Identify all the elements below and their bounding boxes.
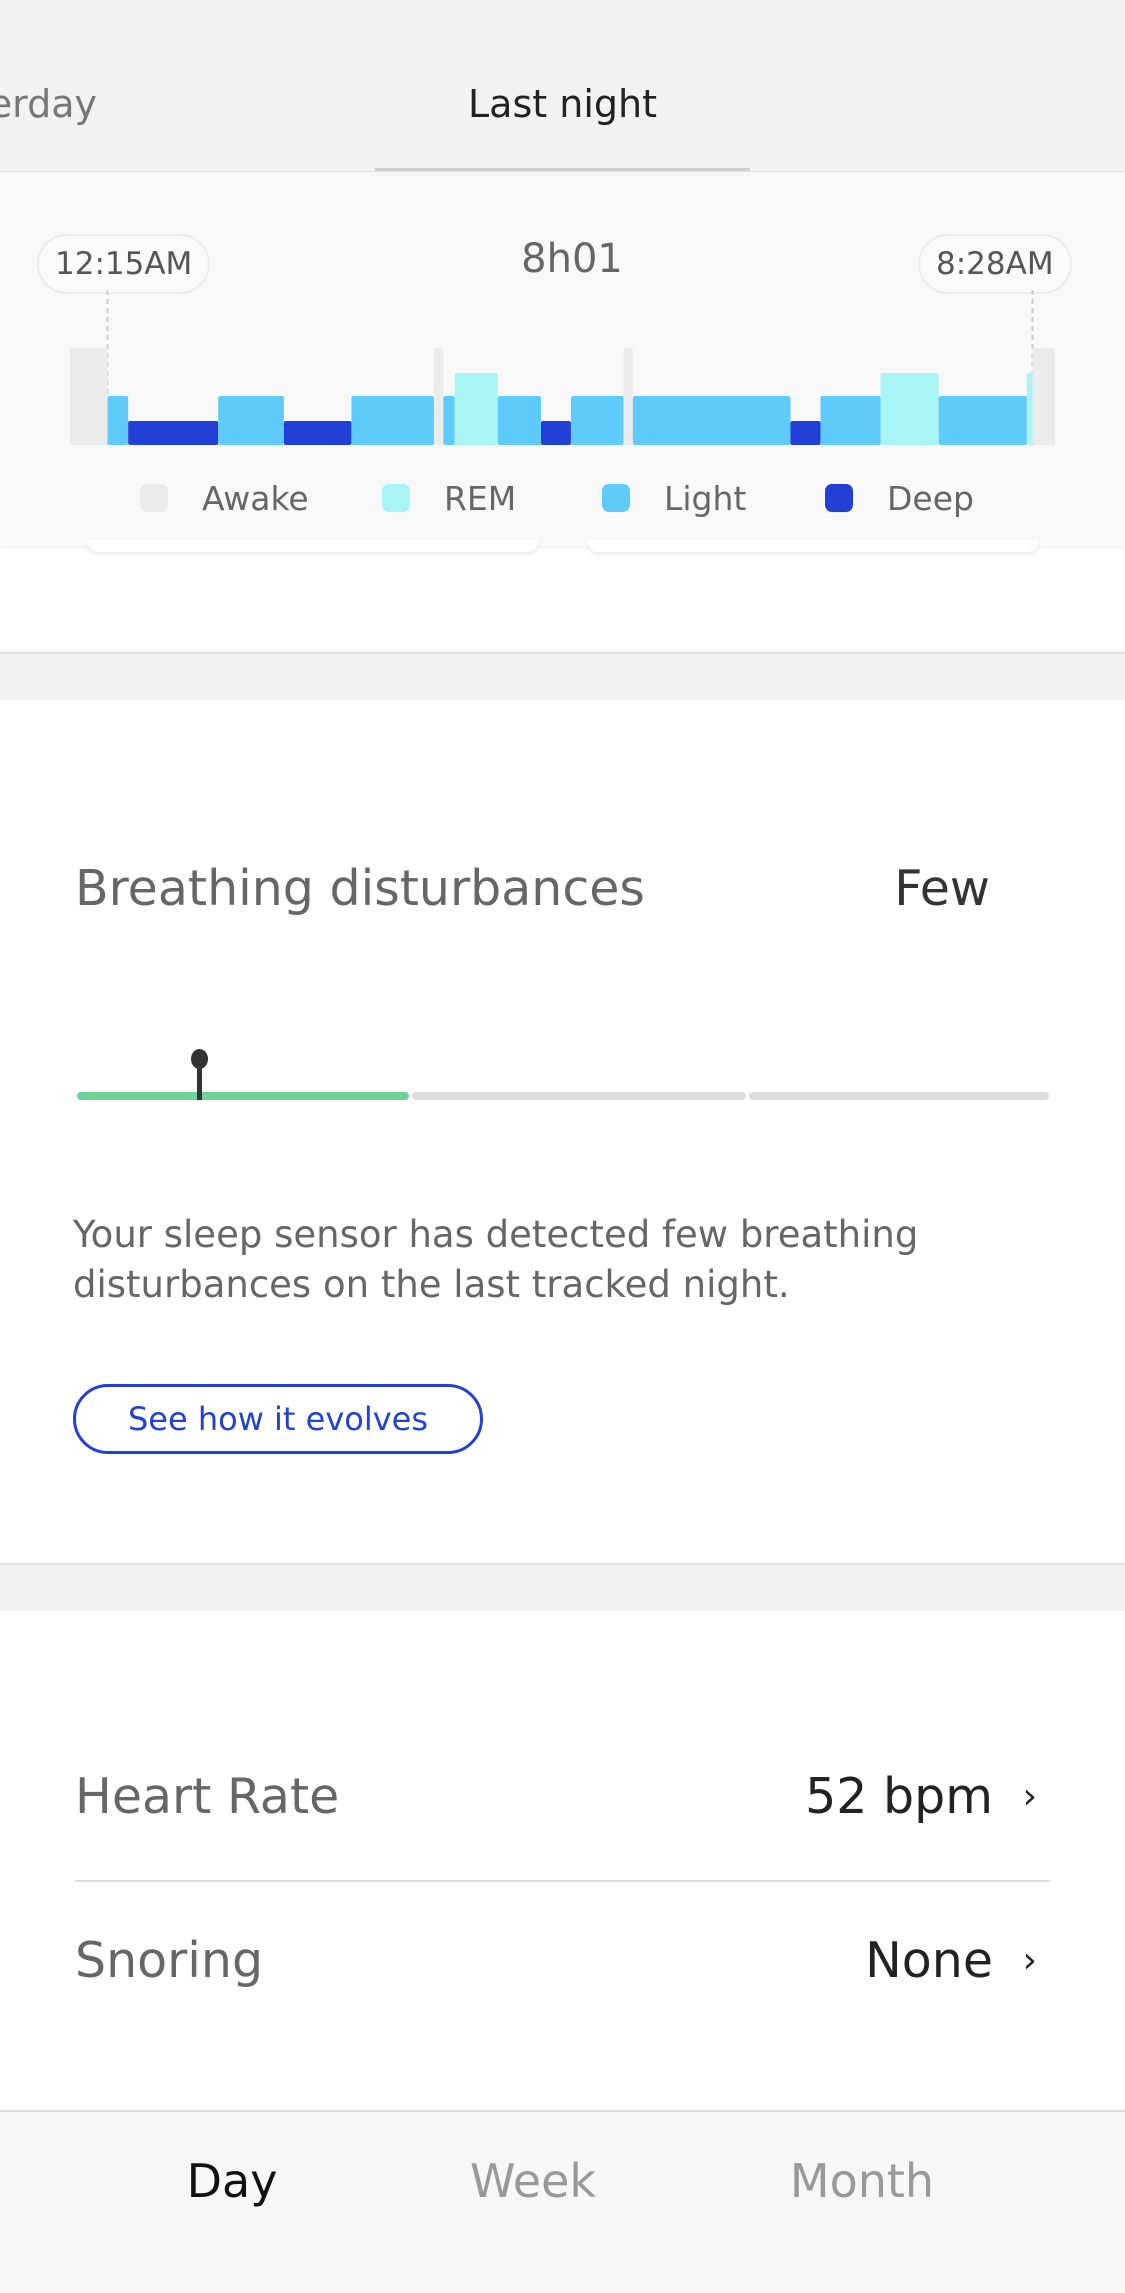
stage-bar-rem [880, 373, 939, 445]
end-time-label: 8:28AM [918, 234, 1072, 294]
stage-bar-light [570, 396, 624, 445]
heart-rate-value: 52 bpm [805, 1768, 993, 1825]
stage-bar-light [107, 396, 129, 445]
sleep-stage-chart [70, 290, 1055, 445]
stage-bar-awake [70, 348, 108, 445]
legend-label: Awake [202, 478, 309, 518]
start-time-label: 12:15AM [37, 234, 211, 294]
card-shadow [588, 540, 1038, 552]
stage-bar-light [443, 396, 455, 445]
legend-light: Light [602, 478, 746, 518]
legend-swatch-deep [825, 484, 853, 512]
legend-swatch-rem [382, 484, 410, 512]
active-tab-indicator [375, 168, 750, 171]
chevron-right-icon: › [1022, 1940, 1037, 1981]
snoring-value: None [865, 1932, 993, 1989]
legend-label: Light [664, 478, 747, 518]
stage-bar-light [497, 396, 541, 445]
stage-bar-awake [433, 348, 444, 445]
stage-bar-awake [1032, 348, 1055, 445]
scale-segment-many [749, 1092, 1049, 1100]
tab-day[interactable]: Day [112, 2154, 352, 2208]
stage-bar-deep [283, 421, 352, 445]
stage-bar-deep [540, 421, 571, 445]
stage-bar-light [938, 396, 1027, 445]
legend-awake: Awake [140, 478, 309, 518]
tab-yesterday[interactable]: erday [0, 82, 97, 126]
legend-rem: REM [382, 478, 516, 518]
heart-rate-label: Heart Rate [75, 1768, 340, 1825]
legend-deep: Deep [825, 478, 974, 518]
sleep-duration: 8h01 [521, 236, 623, 282]
stage-bar-deep [128, 421, 219, 445]
section-separator [0, 1563, 1125, 1611]
legend-label: REM [444, 478, 517, 518]
stage-bar-light [351, 396, 434, 445]
stage-bar-awake [623, 348, 633, 445]
stage-bar-deep [790, 421, 821, 445]
level-marker-head [191, 1049, 208, 1069]
stage-bar-rem [454, 373, 498, 445]
tab-week[interactable]: Week [413, 2154, 653, 2208]
section-separator [0, 652, 1125, 700]
card-shadow [88, 540, 538, 552]
stage-bar-light [218, 396, 284, 445]
stage-bar-rem [1026, 373, 1033, 445]
divider [75, 1880, 1050, 1882]
breathing-description: Your sleep sensor has detected few breat… [73, 1213, 919, 1306]
scale-segment-few [77, 1092, 409, 1100]
scale-segment-moderate [412, 1092, 746, 1100]
tab-last-night[interactable]: Last night [375, 82, 750, 126]
tab-month[interactable]: Month [742, 2154, 982, 2208]
chevron-right-icon: › [1022, 1776, 1037, 1817]
breathing-value: Few [894, 860, 990, 917]
stage-bar-light [632, 396, 791, 445]
legend-label: Deep [887, 478, 974, 518]
stage-bar-light [820, 396, 881, 445]
breathing-title: Breathing disturbances [75, 860, 645, 917]
legend-swatch-light [602, 484, 630, 512]
see-how-it-evolves-button[interactable]: See how it evolves [73, 1384, 483, 1454]
snoring-label: Snoring [75, 1932, 264, 1989]
legend-swatch-awake [140, 484, 168, 512]
